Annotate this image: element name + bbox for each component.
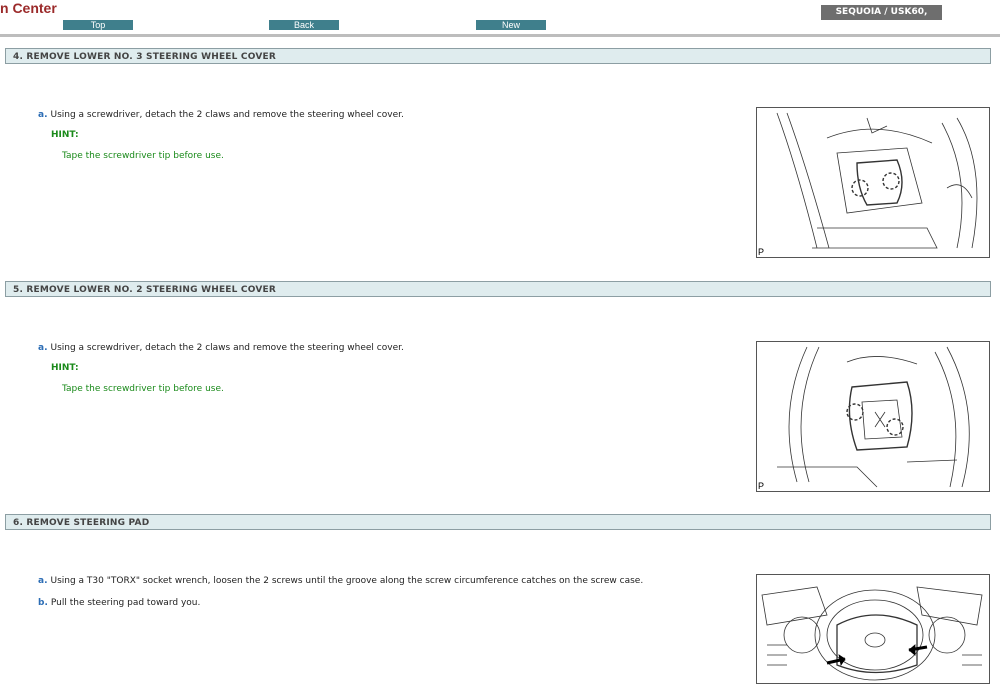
hint-label-4: HINT: [51, 130, 79, 140]
section-title-5: 5. REMOVE LOWER NO. 2 STEERING WHEEL COV… [5, 281, 991, 297]
hint-text-5: Tape the screwdriver tip before use. [62, 384, 224, 394]
back-button[interactable]: Back [269, 20, 339, 30]
step-letter: a. [38, 110, 48, 120]
step-text: Using a screwdriver, detach the 2 claws … [50, 110, 404, 120]
new-button[interactable]: New [476, 20, 546, 30]
step-text: Using a screwdriver, detach the 2 claws … [50, 343, 404, 353]
step-text: Using a T30 "TORX" socket wrench, loosen… [50, 576, 644, 586]
step-letter: a. [38, 343, 48, 353]
top-button[interactable]: Top [63, 20, 133, 30]
figure-label: P [758, 247, 765, 257]
step-letter: a. [38, 576, 48, 586]
hint-label-5: HINT: [51, 363, 79, 373]
illustration-steering-lower-cover-2: P [756, 341, 990, 492]
model-badge: SEQUOIA / USK60, [821, 5, 942, 20]
illustration-steering-lower-cover-3: P [756, 107, 990, 258]
step-5a: a. Using a screwdriver, detach the 2 claw… [38, 343, 404, 353]
section-title-4: 4. REMOVE LOWER NO. 3 STEERING WHEEL COV… [5, 48, 991, 64]
step-4a: a. Using a screwdriver, detach the 2 claw… [38, 110, 404, 120]
section-title-6: 6. REMOVE STEERING PAD [5, 514, 991, 530]
header-divider [0, 34, 1000, 37]
illustration-steering-pad [756, 574, 990, 684]
hint-text-4: Tape the screwdriver tip before use. [62, 151, 224, 161]
step-6b: b. Pull the steering pad toward you. [38, 598, 200, 608]
step-letter: b. [38, 598, 48, 608]
step-text: Pull the steering pad toward you. [50, 598, 201, 608]
brand-title: n Center [0, 0, 57, 16]
figure-label: P [758, 481, 765, 491]
step-6a: a. Using a T30 "TORX" socket wrench, loos… [38, 576, 643, 586]
